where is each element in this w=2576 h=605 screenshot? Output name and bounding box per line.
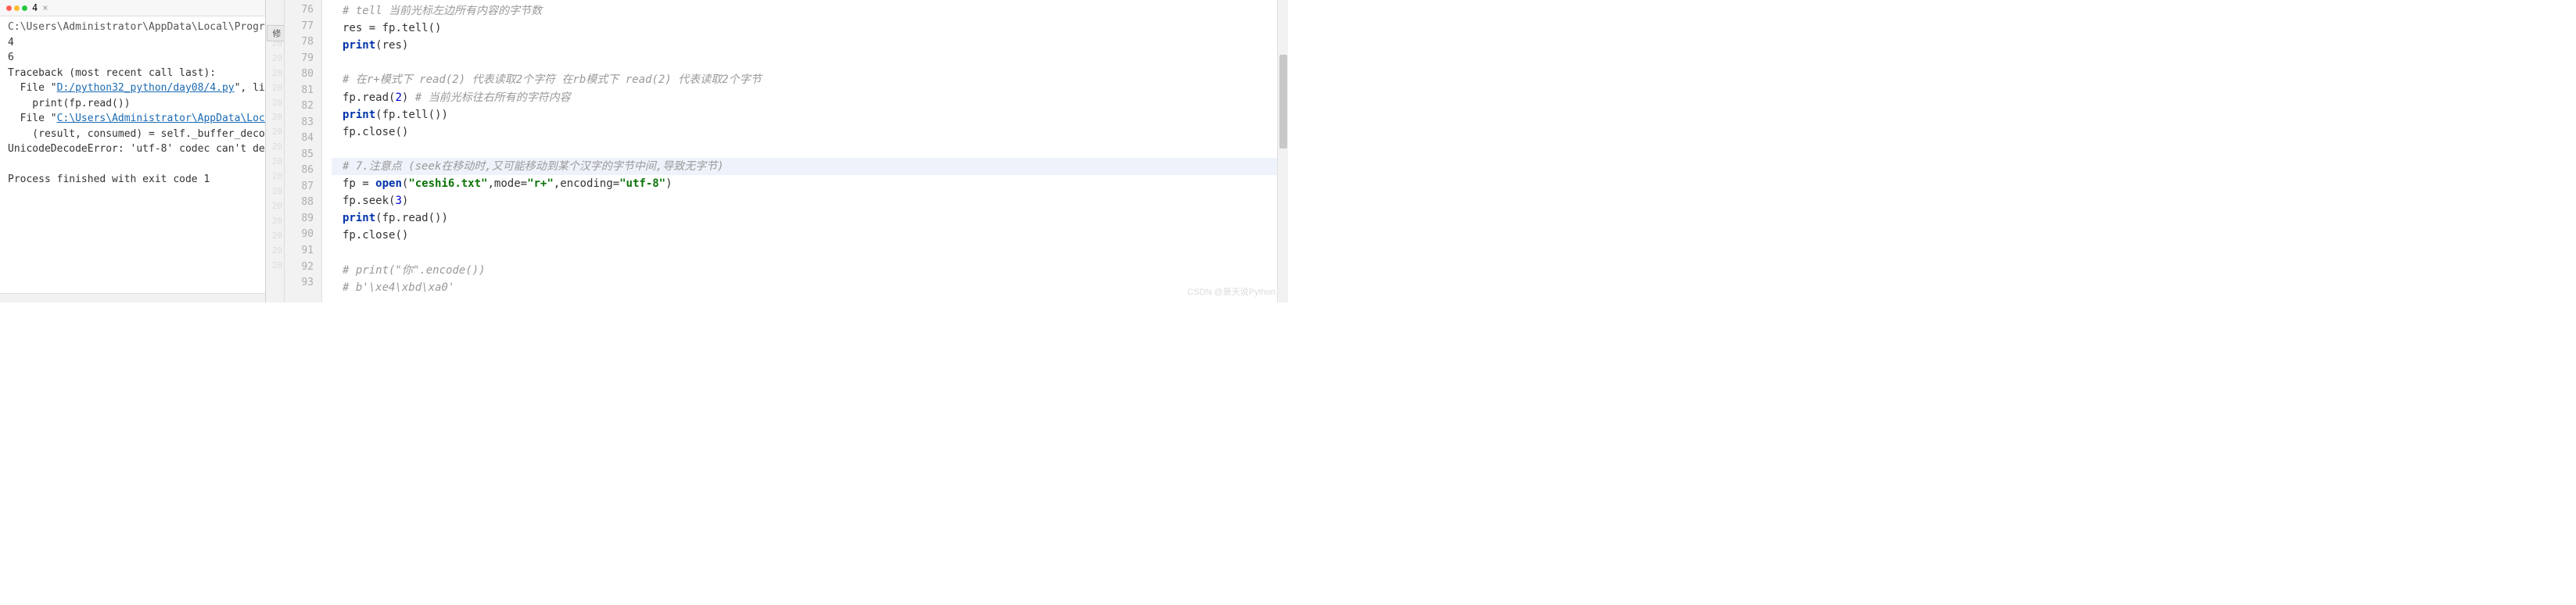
bg-line-num: 20: [266, 184, 282, 199]
console-line: [8, 157, 257, 173]
code-line[interactable]: [332, 245, 1288, 262]
line-number[interactable]: 85: [285, 147, 314, 163]
window-traffic-lights: [6, 5, 27, 11]
bg-line-num: 20: [266, 81, 282, 96]
watermark: CSDN @景天说Python: [1187, 285, 1275, 298]
code-line[interactable]: fp.close(): [332, 124, 1288, 141]
console-line: UnicodeDecodeError: 'utf-8' codec can't …: [8, 141, 257, 157]
code-line[interactable]: print(fp.tell()): [332, 106, 1288, 124]
line-number[interactable]: 83: [285, 115, 314, 131]
code-line[interactable]: fp.seek(3): [332, 192, 1288, 209]
code-line[interactable]: print(fp.read()): [332, 209, 1288, 227]
traceback-file-link[interactable]: C:\Users\Administrator\AppData\Local\Pro…: [57, 113, 265, 124]
console-line: C:\Users\Administrator\AppData\Local\Pro…: [8, 20, 257, 35]
console-line: File "D:/python32_python/day08/4.py", li…: [8, 81, 257, 96]
close-dot-icon[interactable]: [6, 5, 12, 11]
bg-line-num: 20: [266, 199, 282, 214]
line-number[interactable]: 89: [285, 211, 314, 227]
line-number[interactable]: 92: [285, 260, 314, 276]
line-number[interactable]: 76: [285, 2, 314, 19]
code-line[interactable]: # b'\xe4\xbd\xa0': [332, 279, 1288, 296]
line-number[interactable]: 77: [285, 19, 314, 35]
line-number[interactable]: 78: [285, 34, 314, 51]
console-line: 4: [8, 35, 257, 51]
line-number[interactable]: 90: [285, 227, 314, 243]
code-line[interactable]: # 7.注意点 (seek在移动时,又可能移动到某个汉字的字节中间,导致无字节): [332, 158, 1288, 175]
bg-line-num: 20: [266, 140, 282, 155]
console-line: Traceback (most recent call last):: [8, 66, 257, 81]
code-line[interactable]: fp = open("ceshi6.txt",mode="r+",encodin…: [332, 175, 1288, 192]
console-line: print(fp.read()): [8, 96, 257, 112]
scroll-thumb[interactable]: [1279, 55, 1287, 149]
console-pane: 4 × C:\Users\Administrator\AppData\Local…: [0, 0, 266, 302]
root: 4 × C:\Users\Administrator\AppData\Local…: [0, 0, 1288, 302]
console-output[interactable]: C:\Users\Administrator\AppData\Local\Pro…: [0, 16, 265, 191]
console-tab-bar: 4 ×: [0, 0, 265, 16]
line-number[interactable]: 84: [285, 131, 314, 147]
code-line[interactable]: # print("你".encode()): [332, 262, 1288, 279]
side-tab[interactable]: 修: [267, 25, 285, 41]
console-h-scrollbar[interactable]: [0, 293, 265, 302]
line-number[interactable]: 87: [285, 179, 314, 195]
bg-line-num: 20: [266, 66, 282, 81]
bg-line-num: 20: [266, 170, 282, 184]
console-line: Process finished with exit code 1: [8, 172, 257, 188]
bg-line-num: 20: [266, 125, 282, 140]
code-line[interactable]: print(res): [332, 37, 1288, 54]
bg-line-num: 20: [266, 244, 282, 259]
code-line[interactable]: # 在r+模式下 read(2) 代表读取2个字符 在rb模式下 read(2)…: [332, 71, 1288, 88]
bg-line-num: 20: [266, 229, 282, 244]
bg-line-num: 20: [266, 52, 282, 66]
code-line[interactable]: res = fp.tell(): [332, 20, 1288, 37]
line-number[interactable]: 86: [285, 163, 314, 179]
line-number[interactable]: 79: [285, 51, 314, 67]
bg-line-num: 20: [266, 96, 282, 111]
code-line[interactable]: [332, 296, 1288, 313]
line-number[interactable]: 93: [285, 275, 314, 292]
line-number[interactable]: 81: [285, 83, 314, 99]
editor-pane: 767778798081828384858687888990919293 # t…: [285, 0, 1288, 302]
bg-line-num: 20: [266, 155, 282, 170]
console-line: 6: [8, 50, 257, 66]
line-number[interactable]: 88: [285, 195, 314, 211]
bg-line-num: 20: [266, 214, 282, 229]
bg-line-num: 20: [266, 259, 282, 274]
code-line[interactable]: fp.read(2) # 当前光标往右所有的字符内容: [332, 89, 1288, 106]
console-line: File "C:\Users\Administrator\AppData\Loc…: [8, 111, 257, 127]
console-line: (result, consumed) = self._buffer_decode…: [8, 127, 257, 142]
code-line[interactable]: [332, 54, 1288, 71]
line-number[interactable]: 80: [285, 66, 314, 83]
close-icon[interactable]: ×: [42, 2, 48, 13]
console-tab-title[interactable]: 4: [32, 2, 38, 13]
max-dot-icon[interactable]: [22, 5, 27, 11]
split-gutter[interactable]: 修 2020202020202020202020202020202020: [266, 0, 285, 302]
line-number[interactable]: 91: [285, 243, 314, 260]
line-number[interactable]: 82: [285, 98, 314, 115]
bg-line-num: 20: [266, 110, 282, 125]
traceback-file-link[interactable]: D:/python32_python/day08/4.py: [57, 82, 235, 94]
code-line[interactable]: fp.close(): [332, 227, 1288, 244]
line-number-gutter: 767778798081828384858687888990919293: [285, 0, 322, 302]
min-dot-icon[interactable]: [14, 5, 20, 11]
code-line[interactable]: # tell 当前光标左边所有内容的字节数: [332, 2, 1288, 20]
code-line[interactable]: [332, 141, 1288, 158]
code-area[interactable]: # tell 当前光标左边所有内容的字节数res = fp.tell()prin…: [322, 0, 1288, 302]
editor-v-scrollbar[interactable]: [1277, 0, 1288, 302]
